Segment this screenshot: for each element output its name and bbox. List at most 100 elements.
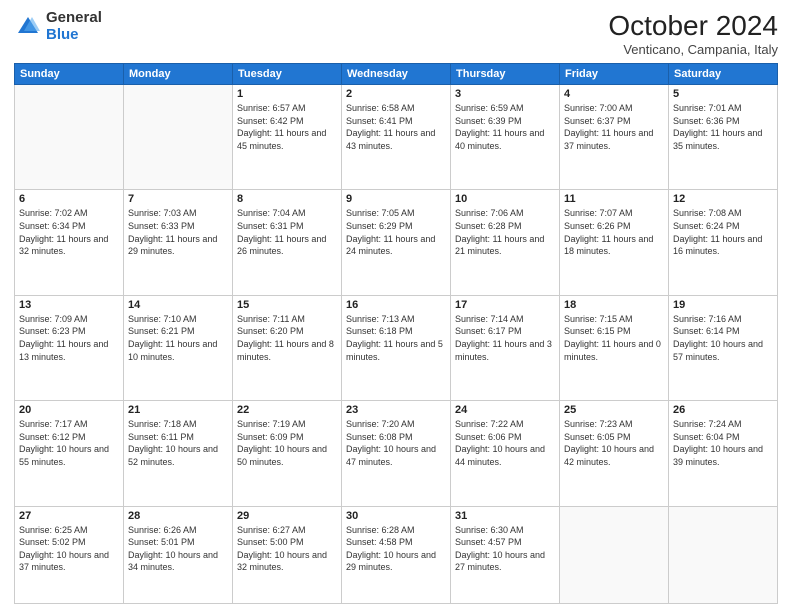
day-info: Sunrise: 7:15 AMSunset: 6:15 PMDaylight:… [564,313,664,363]
calendar-cell: 27Sunrise: 6:25 AMSunset: 5:02 PMDayligh… [15,506,124,603]
calendar-cell [669,506,778,603]
day-info: Sunrise: 6:27 AMSunset: 5:00 PMDaylight:… [237,524,337,574]
day-number: 19 [673,299,773,311]
day-info: Sunrise: 7:11 AMSunset: 6:20 PMDaylight:… [237,313,337,363]
day-number: 27 [19,510,119,522]
calendar-cell: 30Sunrise: 6:28 AMSunset: 4:58 PMDayligh… [342,506,451,603]
day-info: Sunrise: 7:13 AMSunset: 6:18 PMDaylight:… [346,313,446,363]
calendar-table: Sunday Monday Tuesday Wednesday Thursday… [14,63,778,604]
logo-general: General [46,10,102,27]
calendar-cell: 2 Sunrise: 6:58 AMSunset: 6:41 PMDaylight… [342,85,451,190]
day-info: Sunrise: 7:07 AMSunset: 6:26 PMDaylight:… [564,207,664,257]
calendar-cell: 20 Sunrise: 7:17 AMSunset: 6:12 PMDayligh… [15,401,124,506]
day-info: Sunrise: 7:04 AMSunset: 6:31 PMDaylight:… [237,207,337,257]
day-info: Sunrise: 7:22 AMSunset: 6:06 PMDaylight:… [455,418,555,468]
calendar-cell: 17 Sunrise: 7:14 AMSunset: 6:17 PMDayligh… [451,295,560,400]
day-info: Sunrise: 7:24 AMSunset: 6:04 PMDaylight:… [673,418,773,468]
day-number: 4 [564,88,664,100]
calendar-week-row-5: 27Sunrise: 6:25 AMSunset: 5:02 PMDayligh… [15,506,778,603]
day-info: Sunrise: 6:28 AMSunset: 4:58 PMDaylight:… [346,524,446,574]
calendar-cell: 21 Sunrise: 7:18 AMSunset: 6:11 PMDayligh… [124,401,233,506]
day-number: 24 [455,404,555,416]
day-number: 15 [237,299,337,311]
calendar-cell: 6 Sunrise: 7:02 AMSunset: 6:34 PMDaylight… [15,190,124,295]
day-number: 7 [128,193,228,205]
day-info: Sunrise: 7:17 AMSunset: 6:12 PMDaylight:… [19,418,119,468]
day-info: Sunrise: 7:09 AMSunset: 6:23 PMDaylight:… [19,313,119,363]
day-number: 5 [673,88,773,100]
day-info: Sunrise: 6:26 AMSunset: 5:01 PMDaylight:… [128,524,228,574]
day-number: 17 [455,299,555,311]
day-number: 9 [346,193,446,205]
calendar-cell [15,85,124,190]
calendar-cell: 5Sunrise: 7:01 AMSunset: 6:36 PMDaylight… [669,85,778,190]
day-info: Sunrise: 7:20 AMSunset: 6:08 PMDaylight:… [346,418,446,468]
day-number: 16 [346,299,446,311]
calendar-cell: 1Sunrise: 6:57 AMSunset: 6:42 PMDaylight… [233,85,342,190]
calendar-header-row: Sunday Monday Tuesday Wednesday Thursday… [15,64,778,85]
col-friday: Friday [560,64,669,85]
day-number: 22 [237,404,337,416]
col-sunday: Sunday [15,64,124,85]
day-number: 21 [128,404,228,416]
location-subtitle: Venticano, Campania, Italy [608,42,778,57]
day-number: 18 [564,299,664,311]
day-number: 26 [673,404,773,416]
month-title: October 2024 [608,10,778,42]
calendar-cell: 25 Sunrise: 7:23 AMSunset: 6:05 PMDayligh… [560,401,669,506]
day-info: Sunrise: 7:05 AMSunset: 6:29 PMDaylight:… [346,207,446,257]
day-info: Sunrise: 7:19 AMSunset: 6:09 PMDaylight:… [237,418,337,468]
calendar-cell: 24 Sunrise: 7:22 AMSunset: 6:06 PMDayligh… [451,401,560,506]
day-number: 6 [19,193,119,205]
calendar-cell: 4Sunrise: 7:00 AMSunset: 6:37 PMDaylight… [560,85,669,190]
logo-blue: Blue [46,27,102,44]
calendar-week-row-3: 13 Sunrise: 7:09 AMSunset: 6:23 PMDayligh… [15,295,778,400]
day-number: 12 [673,193,773,205]
day-number: 14 [128,299,228,311]
calendar-cell: 3Sunrise: 6:59 AMSunset: 6:39 PMDaylight… [451,85,560,190]
calendar-cell: 18 Sunrise: 7:15 AMSunset: 6:15 PMDayligh… [560,295,669,400]
day-number: 11 [564,193,664,205]
calendar-cell: 15 Sunrise: 7:11 AMSunset: 6:20 PMDayligh… [233,295,342,400]
day-info: Sunrise: 7:16 AMSunset: 6:14 PMDaylight:… [673,313,773,363]
page: General Blue October 2024 Venticano, Cam… [0,0,792,612]
calendar-cell: 26 Sunrise: 7:24 AMSunset: 6:04 PMDayligh… [669,401,778,506]
calendar-week-row-4: 20 Sunrise: 7:17 AMSunset: 6:12 PMDayligh… [15,401,778,506]
day-info: Sunrise: 6:30 AMSunset: 4:57 PMDaylight:… [455,524,555,574]
calendar-cell: 14 Sunrise: 7:10 AMSunset: 6:21 PMDayligh… [124,295,233,400]
calendar-cell: 23 Sunrise: 7:20 AMSunset: 6:08 PMDayligh… [342,401,451,506]
day-info: Sunrise: 7:02 AMSunset: 6:34 PMDaylight:… [19,207,119,257]
calendar-cell [560,506,669,603]
calendar-week-row-2: 6 Sunrise: 7:02 AMSunset: 6:34 PMDaylight… [15,190,778,295]
calendar-cell: 9 Sunrise: 7:05 AMSunset: 6:29 PMDaylight… [342,190,451,295]
day-number: 29 [237,510,337,522]
calendar-cell: 29 Sunrise: 6:27 AMSunset: 5:00 PMDayligh… [233,506,342,603]
day-info: Sunrise: 7:10 AMSunset: 6:21 PMDaylight:… [128,313,228,363]
day-number: 23 [346,404,446,416]
calendar-cell: 16 Sunrise: 7:13 AMSunset: 6:18 PMDayligh… [342,295,451,400]
day-number: 25 [564,404,664,416]
calendar-cell: 31Sunrise: 6:30 AMSunset: 4:57 PMDayligh… [451,506,560,603]
title-area: October 2024 Venticano, Campania, Italy [608,10,778,57]
calendar-cell: 7 Sunrise: 7:03 AMSunset: 6:33 PMDaylight… [124,190,233,295]
day-info: Sunrise: 7:08 AMSunset: 6:24 PMDaylight:… [673,207,773,257]
day-info: Sunrise: 7:06 AMSunset: 6:28 PMDaylight:… [455,207,555,257]
header: General Blue October 2024 Venticano, Cam… [14,10,778,57]
day-info: Sunrise: 7:14 AMSunset: 6:17 PMDaylight:… [455,313,555,363]
col-thursday: Thursday [451,64,560,85]
calendar-cell: 8Sunrise: 7:04 AMSunset: 6:31 PMDaylight… [233,190,342,295]
day-info: Sunrise: 7:03 AMSunset: 6:33 PMDaylight:… [128,207,228,257]
day-info: Sunrise: 7:23 AMSunset: 6:05 PMDaylight:… [564,418,664,468]
day-info: Sunrise: 7:18 AMSunset: 6:11 PMDaylight:… [128,418,228,468]
col-tuesday: Tuesday [233,64,342,85]
day-number: 13 [19,299,119,311]
logo: General Blue [14,10,102,43]
logo-icon [14,13,42,41]
day-number: 20 [19,404,119,416]
day-info: Sunrise: 6:58 AMSunset: 6:41 PMDaylight:… [346,102,446,152]
day-number: 2 [346,88,446,100]
day-info: Sunrise: 6:57 AMSunset: 6:42 PMDaylight:… [237,102,337,152]
calendar-cell: 11 Sunrise: 7:07 AMSunset: 6:26 PMDayligh… [560,190,669,295]
calendar-cell: 13 Sunrise: 7:09 AMSunset: 6:23 PMDayligh… [15,295,124,400]
day-number: 10 [455,193,555,205]
